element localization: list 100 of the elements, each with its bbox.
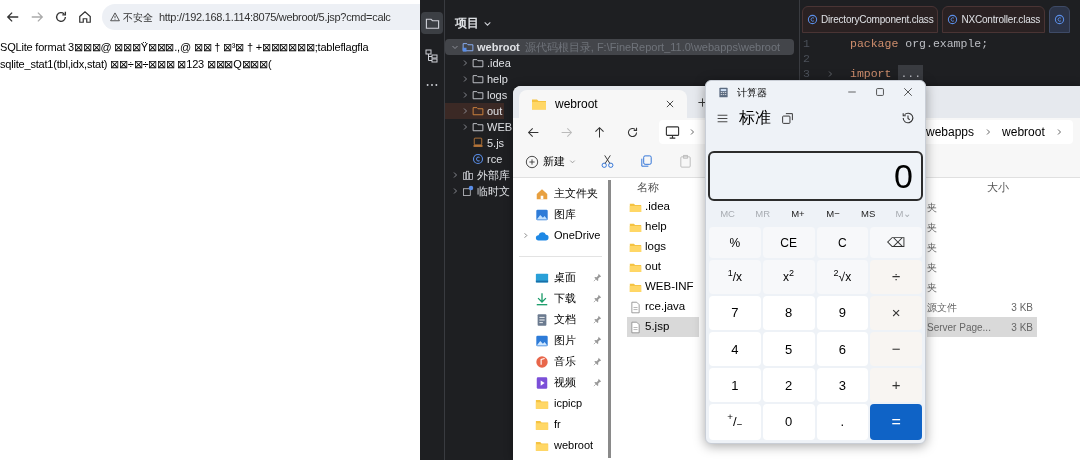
jsp-icon bbox=[472, 137, 484, 149]
tree-item[interactable]: rce bbox=[445, 151, 505, 167]
address-bar[interactable]: 不安全 http://192.168.1.114:8075/webroot/5.jsp?cmd=calc bbox=[102, 4, 420, 30]
digit-key[interactable]: . bbox=[816, 404, 869, 440]
tree-item[interactable]: .idea bbox=[445, 55, 513, 71]
operator-key[interactable]: + bbox=[870, 368, 922, 403]
warning-icon bbox=[110, 12, 120, 22]
back-arrow-icon[interactable] bbox=[6, 10, 20, 24]
maximize-icon[interactable] bbox=[875, 87, 885, 97]
calculator-display: 0 bbox=[708, 151, 923, 201]
breadcrumb-item[interactable]: webapps bbox=[926, 123, 975, 141]
back-arrow-icon[interactable] bbox=[527, 125, 540, 139]
sidebar-item[interactable]: webroot bbox=[513, 435, 608, 456]
editor-tab[interactable]: NXController.class bbox=[942, 6, 1046, 33]
digit-key[interactable]: 4 bbox=[709, 332, 761, 367]
cut-icon[interactable] bbox=[600, 154, 615, 169]
function-key[interactable]: $^{2}$√x bbox=[816, 260, 869, 295]
memory-button[interactable]: MS bbox=[850, 206, 886, 222]
file-size: 3 KB bbox=[1010, 320, 1033, 335]
tree-label: help bbox=[487, 71, 508, 87]
explorer-tab[interactable]: webroot bbox=[519, 90, 687, 118]
history-icon[interactable] bbox=[901, 111, 915, 125]
page-text: SQLite format 3⊠⊠⊠@ ⊠⊠⊠Ÿ⊠⊠⊠.,@ ⊠⊠ † ⊠³⊠ † +⊠⊠⊠⊠⊠⊠;tableflagfla bbox=[0, 40, 369, 55]
tree-item[interactable]: out bbox=[445, 103, 505, 119]
file-item[interactable]: WEB-INF bbox=[627, 277, 699, 297]
digit-key[interactable]: 7 bbox=[709, 296, 761, 331]
function-key[interactable]: CE bbox=[762, 227, 815, 259]
sidebar-item[interactable]: icpicp bbox=[513, 393, 608, 414]
file-item[interactable]: help bbox=[627, 217, 699, 237]
sidebar-item[interactable]: fr bbox=[513, 414, 608, 435]
digit-key[interactable]: 1 bbox=[709, 368, 761, 403]
class-icon bbox=[1054, 14, 1066, 25]
tree-item[interactable]: logs bbox=[445, 87, 510, 103]
digit-key[interactable]: 9 bbox=[816, 296, 869, 331]
operator-key[interactable]: × bbox=[870, 296, 922, 331]
file-size: 3 KB bbox=[1010, 300, 1033, 315]
function-key[interactable]: $^{1}$/x bbox=[709, 260, 761, 295]
file-item[interactable]: out bbox=[627, 257, 699, 277]
operator-key[interactable]: ÷ bbox=[870, 260, 922, 295]
column-header[interactable]: 名称 bbox=[637, 180, 659, 196]
new-button[interactable]: 新建 bbox=[525, 153, 576, 170]
digit-key[interactable]: 0 bbox=[762, 404, 815, 440]
column-header[interactable]: 大小 bbox=[987, 180, 1009, 196]
file-type: 夹 bbox=[927, 260, 938, 275]
function-key[interactable]: C bbox=[816, 227, 869, 259]
sidebar-item[interactable]: 下载 bbox=[513, 288, 608, 309]
breadcrumb-item[interactable]: webroot bbox=[1002, 123, 1045, 141]
security-indicator[interactable]: 不安全 bbox=[110, 9, 153, 25]
digit-key[interactable]: 5 bbox=[762, 332, 815, 367]
tree-item[interactable]: WEB bbox=[445, 119, 515, 135]
structure-icon[interactable] bbox=[424, 48, 440, 64]
reload-icon[interactable] bbox=[54, 10, 68, 24]
digit-key[interactable]: $^{+}$/$_{−}$ bbox=[709, 404, 761, 440]
sidebar-item[interactable]: 主文件夹 bbox=[513, 183, 608, 204]
sidebar-item[interactable]: 视频 bbox=[513, 372, 608, 393]
video-icon bbox=[535, 375, 549, 390]
sidebar-item[interactable]: OneDrive bbox=[513, 225, 608, 246]
sidebar-item[interactable]: 图片 bbox=[513, 330, 608, 351]
editor-tab[interactable] bbox=[1049, 6, 1071, 33]
tree-item[interactable]: 临时文 bbox=[445, 183, 512, 199]
tree-item[interactable]: 外部库 bbox=[445, 167, 512, 183]
tree-item[interactable]: 5.js bbox=[445, 135, 507, 151]
sidebar-item[interactable]: 图库 bbox=[513, 204, 608, 225]
equals-key[interactable]: = bbox=[870, 404, 922, 440]
tree-label: WEB bbox=[487, 119, 513, 135]
backspace-key[interactable]: ⌫ bbox=[870, 227, 922, 259]
tree-label: webroot bbox=[477, 39, 520, 55]
digit-key[interactable]: 2 bbox=[762, 368, 815, 403]
sidebar-item[interactable]: 桌面 bbox=[513, 267, 608, 288]
sidebar-item[interactable]: 音乐 bbox=[513, 351, 608, 372]
tree-item[interactable]: help bbox=[445, 71, 510, 87]
tree-label: 外部库 bbox=[477, 167, 510, 183]
function-key[interactable]: x$^{2}$ bbox=[762, 260, 815, 295]
file-item[interactable]: rce.java bbox=[627, 297, 699, 317]
keep-on-top-icon[interactable] bbox=[781, 111, 794, 125]
editor-tab[interactable]: DirectoryComponent.class bbox=[802, 6, 939, 33]
sidebar-item[interactable]: 文档 bbox=[513, 309, 608, 330]
operator-key[interactable]: − bbox=[870, 332, 922, 367]
file-item[interactable]: 5.jsp bbox=[627, 317, 699, 337]
close-icon[interactable] bbox=[903, 87, 913, 97]
close-icon[interactable] bbox=[665, 99, 675, 109]
mode-title: 标准 bbox=[739, 108, 771, 128]
refresh-icon[interactable] bbox=[626, 125, 639, 139]
digit-key[interactable]: 3 bbox=[816, 368, 869, 403]
copy-icon[interactable] bbox=[639, 154, 654, 169]
home-icon[interactable] bbox=[78, 10, 92, 24]
digit-key[interactable]: 8 bbox=[762, 296, 815, 331]
url-text: http://192.168.1.114:8075/webroot/5.jsp?cmd=calc bbox=[159, 9, 391, 25]
plus-icon[interactable] bbox=[697, 97, 708, 108]
function-key[interactable]: % bbox=[709, 227, 761, 259]
class-icon bbox=[947, 14, 959, 25]
window-title: 计算器 bbox=[737, 85, 767, 100]
digit-key[interactable]: 6 bbox=[816, 332, 869, 367]
file-item[interactable]: logs bbox=[627, 237, 699, 257]
document-icon bbox=[629, 320, 642, 334]
memory-button[interactable]: M− bbox=[815, 206, 851, 222]
project-tool-button[interactable] bbox=[421, 12, 443, 34]
memory-button[interactable]: M+ bbox=[780, 206, 816, 222]
up-arrow-icon[interactable] bbox=[593, 125, 606, 139]
file-item[interactable]: .idea bbox=[627, 197, 699, 217]
